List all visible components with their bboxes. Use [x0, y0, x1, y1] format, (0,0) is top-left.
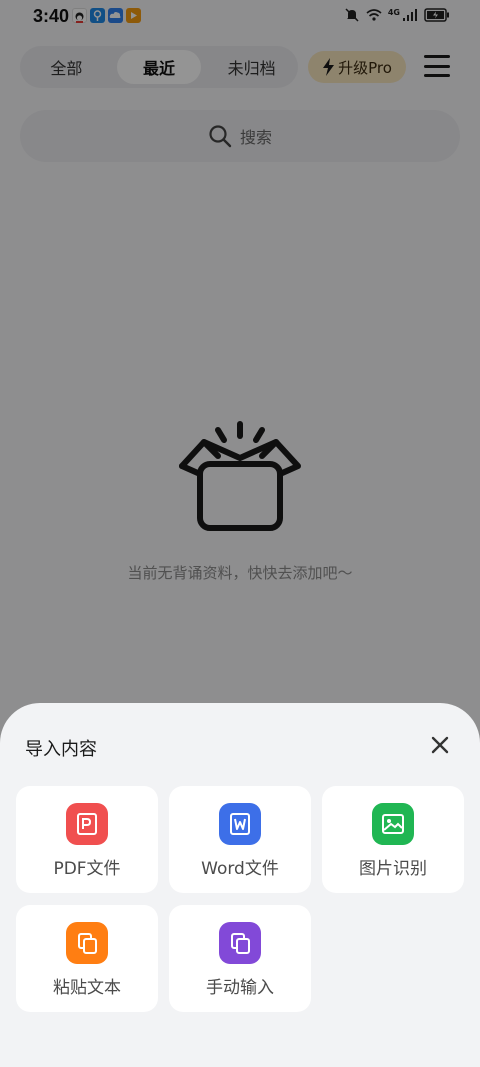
sheet-title: 导入内容	[25, 739, 97, 760]
import-sheet: 导入内容 PDF文件 Word文件 图片识别 粘贴文本 手动输入	[0, 703, 480, 1067]
card-label: 粘贴文本	[53, 978, 121, 998]
card-label: PDF文件	[53, 859, 121, 879]
card-label: 手动输入	[206, 978, 274, 998]
card-label: Word文件	[201, 859, 279, 879]
image-recognition-button[interactable]: 图片识别	[322, 786, 464, 893]
close-icon[interactable]	[426, 731, 454, 759]
word-icon	[219, 803, 261, 845]
manual-input-button[interactable]: 手动输入	[169, 905, 311, 1012]
import-word-button[interactable]: Word文件	[169, 786, 311, 893]
card-label: 图片识别	[359, 859, 427, 879]
image-icon	[372, 803, 414, 845]
paste-text-button[interactable]: 粘贴文本	[16, 905, 158, 1012]
paste-icon	[66, 922, 108, 964]
manual-input-icon	[219, 922, 261, 964]
pdf-icon	[66, 803, 108, 845]
import-pdf-button[interactable]: PDF文件	[16, 786, 158, 893]
